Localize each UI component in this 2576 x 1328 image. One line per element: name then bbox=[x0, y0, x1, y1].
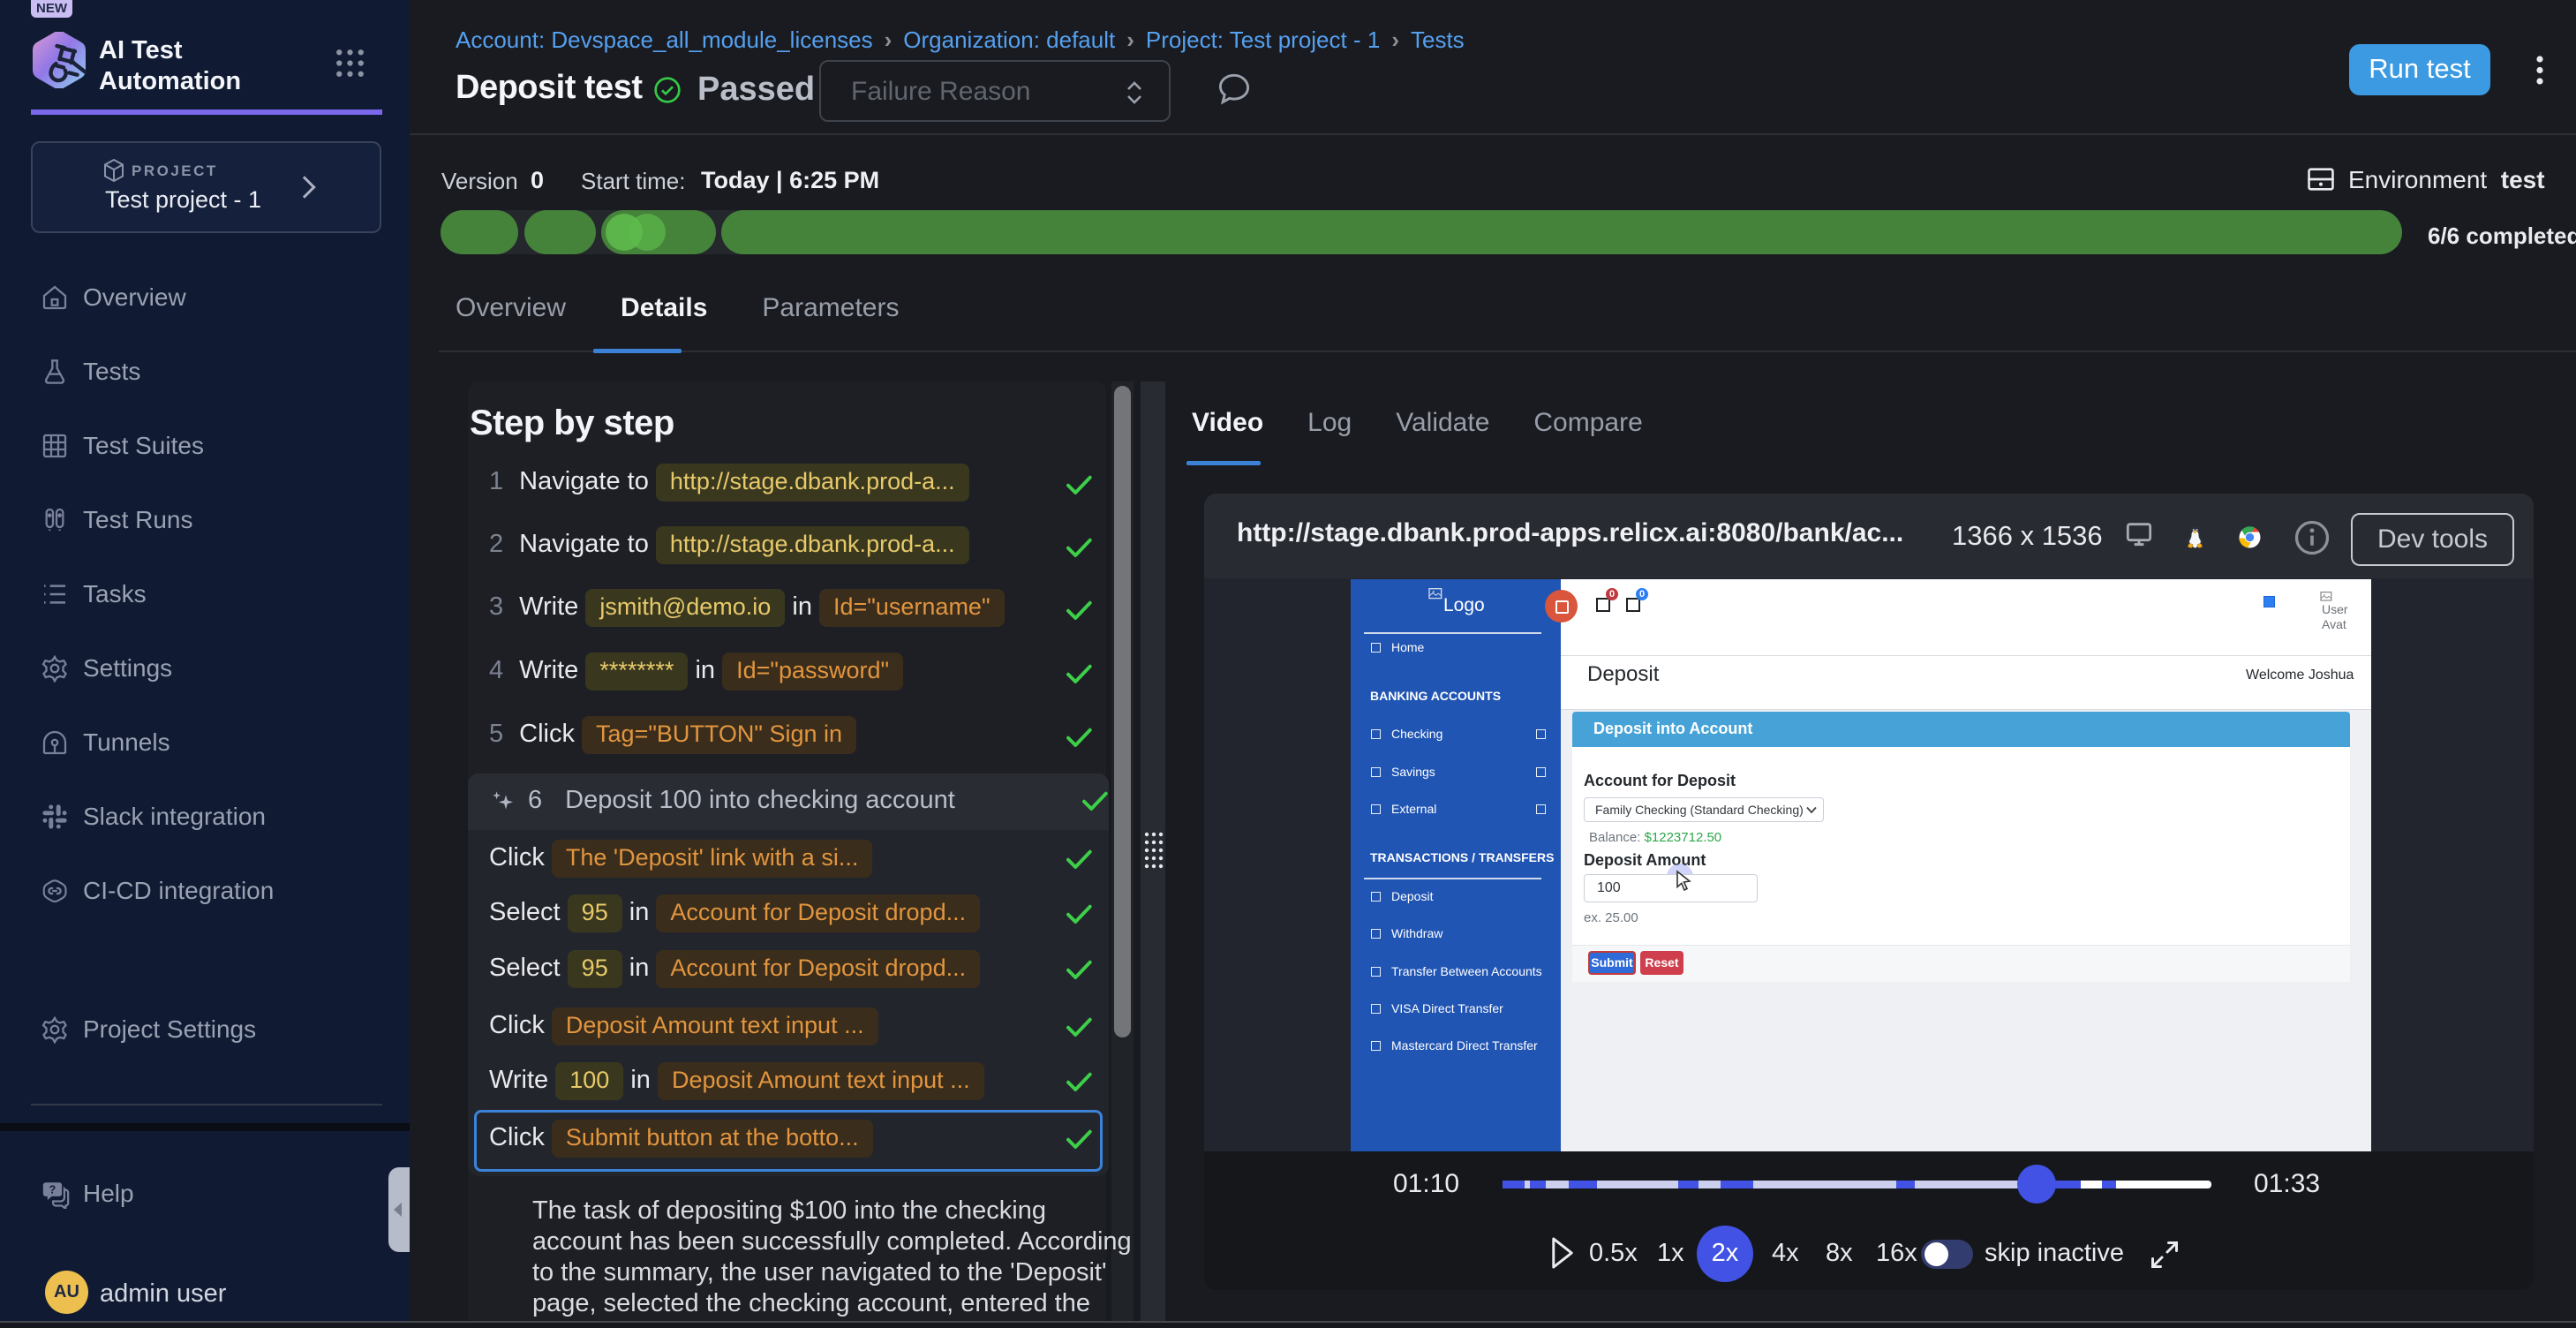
svg-text:?: ? bbox=[49, 1182, 56, 1196]
